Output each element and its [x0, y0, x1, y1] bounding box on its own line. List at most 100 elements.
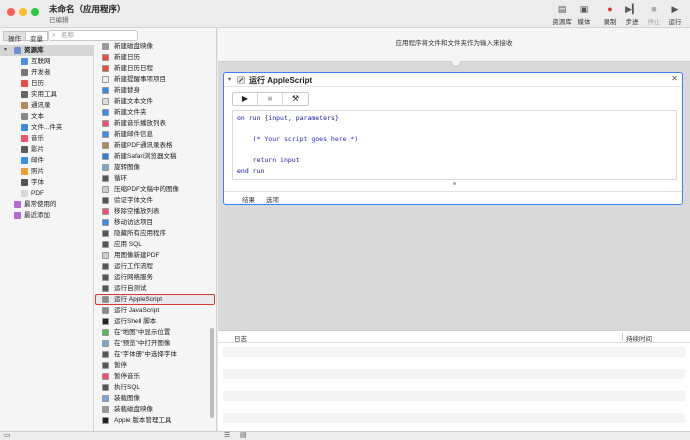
action-item[interactable]: 应用 SQL	[95, 239, 215, 250]
sidebar-item-12[interactable]: 照片	[0, 166, 93, 177]
action-item[interactable]: 新建磁盘映像	[95, 41, 215, 52]
contacts-icon	[21, 102, 28, 109]
action-item[interactable]: 新建Safari浏览器文稿	[95, 151, 215, 162]
action-item[interactable]: 运行Shell 脚本	[95, 316, 215, 327]
action-item[interactable]: 新建日历日程	[95, 63, 215, 74]
sidebar-item-13[interactable]: 字体	[0, 177, 93, 188]
sidebar-item-7[interactable]: 文本	[0, 111, 93, 122]
action-item-selected[interactable]: 运行 AppleScript	[95, 294, 215, 305]
action-item-label: 新建日历日程	[114, 65, 153, 72]
sidebar-toggle-icon[interactable]: ▭	[4, 431, 11, 439]
zoom-window-button[interactable]	[31, 8, 39, 16]
resize-handle[interactable]	[453, 182, 456, 185]
action-item[interactable]: 隐藏所有应用程序	[95, 228, 215, 239]
action-item[interactable]: 新建音乐播放列表	[95, 118, 215, 129]
log-row	[223, 369, 685, 379]
sidebar-item-label: 开发者	[31, 69, 51, 76]
sidebar-item-11[interactable]: 邮件	[0, 155, 93, 166]
action-item[interactable]: 新建日历	[95, 52, 215, 63]
action-item[interactable]: 旋转图像	[95, 162, 215, 173]
sidebar-item-16[interactable]: 最近添加	[0, 210, 93, 221]
action-item[interactable]: 装载磁盘映像	[95, 404, 215, 415]
sidebar-item-4[interactable]: 日历	[0, 78, 93, 89]
segment-variables[interactable]: 变量	[26, 31, 48, 43]
calendar-icon	[102, 54, 109, 61]
sidebar-item-label: 实用工具	[31, 91, 57, 98]
actions-scrollbar[interactable]	[210, 328, 214, 418]
developer-icon	[21, 69, 28, 76]
segment-actions[interactable]: 操作	[3, 31, 26, 43]
action-item[interactable]: 运行工作流程	[95, 261, 215, 272]
action-item[interactable]: 新建替身	[95, 85, 215, 96]
disclosure-triangle-icon[interactable]: ▾	[228, 75, 231, 83]
list-view-icon[interactable]: ☰	[224, 431, 230, 439]
action-item[interactable]: 新建邮件信息	[95, 129, 215, 140]
actions-list: 新建磁盘映像 新建日历 新建日历日程 新建提醒事项项目 新建替身 新建文本文件 新建文件夹新…	[95, 41, 215, 431]
tab-options[interactable]: 选项	[266, 194, 279, 204]
action-item[interactable]: Apple 版本管理工具	[95, 415, 215, 426]
finder-icon	[21, 124, 28, 131]
sidebar-item-3[interactable]: 开发者	[0, 67, 93, 78]
sidebar-item-8[interactable]: 文件...件夹	[0, 122, 93, 133]
action-item[interactable]: 在“字体册”中选择字体	[95, 349, 215, 360]
action-item[interactable]: 装载图像	[95, 393, 215, 404]
detail-view-icon[interactable]: ▤	[240, 431, 247, 439]
log-column-header[interactable]: 日志	[234, 333, 247, 343]
action-item[interactable]: 新建提醒事项项目	[95, 74, 215, 85]
most-used-folder-icon	[14, 201, 21, 208]
action-item[interactable]: 在“地图”中显示位置	[95, 327, 215, 338]
sidebar-item-label: 最常使用的	[24, 201, 57, 208]
action-item-label: 移动访达项目	[114, 219, 153, 226]
minimize-window-button[interactable]	[19, 8, 27, 16]
toolbar-media-button[interactable]: ▣ 媒体	[570, 3, 598, 27]
applescript-action[interactable]: ▾ 运行 AppleScript ✕ ▶ ■ ⚒ on run {input, …	[223, 72, 683, 205]
close-window-button[interactable]	[7, 8, 15, 16]
text-icon	[21, 113, 28, 120]
automator-icon	[102, 263, 109, 270]
action-item[interactable]: 新建文件夹	[95, 107, 215, 118]
sidebar-item-9[interactable]: 音乐	[0, 133, 93, 144]
action-item-label: 运行 JavaScript	[114, 307, 160, 314]
action-item[interactable]: 验证字体文件	[95, 195, 215, 206]
action-item[interactable]: 运行 JavaScript	[95, 305, 215, 316]
sidebar-item-2[interactable]: 互联网	[0, 56, 93, 67]
action-item[interactable]: 循环	[95, 173, 215, 184]
terminal-icon	[102, 318, 109, 325]
action-item-label: 新建文本文件	[114, 98, 153, 105]
toolbar-run-button[interactable]: ▶ 运行	[661, 3, 689, 27]
action-item[interactable]: 运行自测试	[95, 283, 215, 294]
duration-column-header[interactable]: 持续时间	[626, 333, 652, 343]
action-item[interactable]: 运行网络服务	[95, 272, 215, 283]
action-item[interactable]: 在“预览”中打开图像	[95, 338, 215, 349]
action-item[interactable]: 压缩PDF文稿中的图像	[95, 184, 215, 195]
action-item[interactable]: 移动访达项目	[95, 217, 215, 228]
compile-hammer-icon[interactable]: ⚒	[283, 93, 308, 105]
log-row	[223, 380, 685, 390]
sidebar-item-6[interactable]: 通讯录	[0, 100, 93, 111]
action-item[interactable]: 暂停音乐	[95, 371, 215, 382]
disclosure-triangle-icon[interactable]: ▾	[4, 45, 7, 56]
tab-results[interactable]: 结果	[242, 194, 255, 204]
action-item[interactable]: 暂停	[95, 360, 215, 371]
sidebar-item-label: 照片	[31, 168, 44, 175]
action-item-label: 循环	[114, 175, 127, 182]
close-icon[interactable]: ✕	[671, 74, 678, 83]
sidebar-item-15[interactable]: 最常使用的	[0, 199, 93, 210]
script-editor[interactable]: on run {input, parameters} (* Your scrip…	[232, 110, 677, 180]
action-item[interactable]: 用图像新建PDF	[95, 250, 215, 261]
search-input[interactable]: ⌕ 名称	[48, 30, 138, 41]
sidebar-item-5[interactable]: 实用工具	[0, 89, 93, 100]
finder-icon	[102, 219, 109, 226]
photos-icon	[21, 168, 28, 175]
action-item[interactable]: 执行SQL	[95, 382, 215, 393]
sidebar-item-1[interactable]: ▾ 资源库	[0, 45, 93, 56]
preview-icon	[102, 164, 109, 171]
action-item[interactable]: 新建PDF通讯录表格	[95, 140, 215, 151]
run-script-icon[interactable]: ▶	[233, 93, 258, 105]
action-item[interactable]: 移除空播放列表	[95, 206, 215, 217]
sidebar-item-14[interactable]: PDF	[0, 188, 93, 199]
action-item[interactable]: 新建文本文件	[95, 96, 215, 107]
disk-image-icon	[102, 43, 109, 50]
stop-script-icon[interactable]: ■	[258, 93, 283, 105]
sidebar-item-10[interactable]: 影片	[0, 144, 93, 155]
